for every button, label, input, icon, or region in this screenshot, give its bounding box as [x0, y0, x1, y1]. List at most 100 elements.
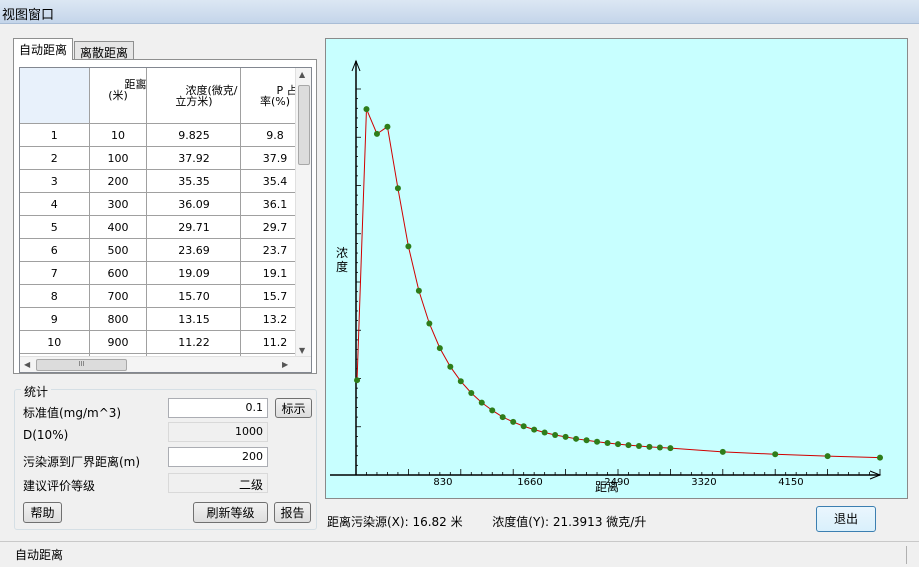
- data-point: [541, 429, 548, 436]
- data-grid[interactable]: 距离 (米) ▲ 浓度(微克/ 立方米) P 占标 率(%) 1109.8259…: [19, 67, 312, 373]
- table-row[interactable]: 2 100 37.92 37.9: [20, 146, 310, 170]
- table-cell[interactable]: 9.825: [146, 123, 242, 147]
- table-cell[interactable]: 19.09: [146, 261, 242, 285]
- table-cell[interactable]: 200: [89, 169, 148, 193]
- data-point: [635, 443, 642, 450]
- horizontal-scrollbar[interactable]: ◀ III ▶: [20, 356, 311, 372]
- data-point: [405, 243, 412, 250]
- refresh-grade-button[interactable]: 刷新等级: [193, 502, 268, 523]
- corner-header: [20, 68, 90, 124]
- table-cell[interactable]: 29.71: [146, 215, 242, 239]
- row-header[interactable]: 2: [20, 146, 90, 170]
- data-point: [354, 377, 361, 384]
- chart-area[interactable]: 830 1660 2490 3320 4150 浓度 距离: [325, 38, 908, 499]
- table-cell[interactable]: 37.92: [146, 146, 242, 170]
- row-header[interactable]: 9: [20, 307, 90, 331]
- grade-label: 建议评价等级: [23, 479, 96, 493]
- help-button[interactable]: 帮助: [23, 502, 62, 523]
- table-cell[interactable]: 700: [89, 284, 148, 308]
- y-readout: 浓度值(Y): 21.3913 微克/升: [492, 515, 647, 529]
- cursor-readout: 距离污染源(X): 16.82 米 浓度值(Y): 21.3913 微克/升: [327, 513, 646, 530]
- row-header[interactable]: 1: [20, 123, 90, 147]
- row-header[interactable]: 7: [20, 261, 90, 285]
- table-row[interactable]: 10 900 11.22 11.2: [20, 330, 310, 354]
- data-point: [468, 389, 475, 396]
- tab-auto-distance[interactable]: 自动距离: [13, 38, 74, 60]
- exit-button[interactable]: 退出: [816, 506, 876, 532]
- row-header[interactable]: 3: [20, 169, 90, 193]
- grade-value: 二级: [168, 473, 268, 493]
- scroll-thumb[interactable]: [298, 85, 310, 165]
- data-point: [394, 185, 401, 192]
- scroll-thumb[interactable]: III: [36, 359, 127, 371]
- data-point: [824, 453, 831, 460]
- data-point: [583, 437, 590, 444]
- standard-value-input[interactable]: 0.1: [168, 398, 268, 418]
- data-point: [531, 426, 538, 433]
- tab-discrete-distance[interactable]: 离散距离: [74, 41, 135, 60]
- table-row[interactable]: 9 800 13.15 13.2: [20, 307, 310, 331]
- table-cell[interactable]: 400: [89, 215, 148, 239]
- concentration-chart[interactable]: 830 1660 2490 3320 4150浓度距离: [326, 39, 907, 498]
- column-header-distance[interactable]: 距离 (米) ▲: [89, 68, 148, 124]
- column-header-concentration[interactable]: 浓度(微克/ 立方米): [146, 68, 242, 124]
- status-bar: 自动距离: [0, 541, 919, 567]
- scroll-up-icon[interactable]: ▲: [299, 70, 305, 79]
- x-tick-label: 4150: [778, 477, 803, 488]
- table-cell[interactable]: 13.15: [146, 307, 242, 331]
- data-point: [447, 363, 454, 370]
- table-row[interactable]: 8 700 15.70 15.7: [20, 284, 310, 308]
- x-tick-label: 3320: [691, 477, 716, 488]
- table-row[interactable]: 3 200 35.35 35.4: [20, 169, 310, 193]
- report-button[interactable]: 报告: [274, 502, 311, 523]
- table-cell[interactable]: 11.22: [146, 330, 242, 354]
- y-axis-label: 浓度: [336, 246, 348, 274]
- boundary-distance-label: 污染源到厂界距离(m): [23, 455, 141, 469]
- row-header[interactable]: 6: [20, 238, 90, 262]
- vertical-scrollbar[interactable]: ▲ ▼: [295, 68, 311, 357]
- row-header[interactable]: 10: [20, 330, 90, 354]
- data-point: [478, 399, 485, 406]
- data-point: [615, 441, 621, 448]
- table-cell[interactable]: 500: [89, 238, 148, 262]
- table-cell[interactable]: 600: [89, 261, 148, 285]
- row-header[interactable]: 8: [20, 284, 90, 308]
- table-cell[interactable]: 800: [89, 307, 148, 331]
- standard-value-label: 标准值(mg/m^3): [23, 406, 122, 420]
- table-row[interactable]: 4 300 36.09 36.1: [20, 192, 310, 216]
- data-point: [363, 106, 370, 113]
- table-row[interactable]: 5 400 29.71 29.7: [20, 215, 310, 239]
- table-cell[interactable]: 36.09: [146, 192, 242, 216]
- data-point: [562, 433, 569, 440]
- data-point: [499, 414, 506, 421]
- column-label: 浓度(微克/ 立方米): [175, 83, 238, 108]
- table-cell[interactable]: 100: [89, 146, 148, 170]
- table-cell[interactable]: 15.70: [146, 284, 242, 308]
- scroll-down-icon[interactable]: ▼: [299, 346, 305, 355]
- x-readout: 距离污染源(X): 16.82 米: [327, 515, 463, 529]
- row-header[interactable]: 5: [20, 215, 90, 239]
- scroll-right-icon[interactable]: ▶: [282, 360, 288, 369]
- table-row[interactable]: 1 10 9.825 9.8: [20, 123, 310, 147]
- results-table: 距离 (米) ▲ 浓度(微克/ 立方米) P 占标 率(%) 1109.8259…: [20, 68, 310, 372]
- table-cell[interactable]: 300: [89, 192, 148, 216]
- table-cell[interactable]: 900: [89, 330, 148, 354]
- table-cell[interactable]: 35.35: [146, 169, 242, 193]
- table-cell[interactable]: 10: [89, 123, 148, 147]
- data-point: [373, 130, 380, 137]
- status-text: 自动距离: [15, 548, 64, 562]
- status-divider: [906, 546, 907, 564]
- table-cell[interactable]: 23.69: [146, 238, 242, 262]
- data-point: [625, 442, 632, 449]
- row-header[interactable]: 4: [20, 192, 90, 216]
- data-point: [436, 345, 443, 352]
- data-point: [604, 439, 611, 446]
- boundary-distance-input[interactable]: 200: [168, 447, 268, 467]
- scroll-left-icon[interactable]: ◀: [24, 360, 30, 369]
- sort-up-icon: ▲: [136, 81, 143, 90]
- concentration-line: [356, 108, 881, 459]
- table-row[interactable]: 6 500 23.69 23.7: [20, 238, 310, 262]
- table-row[interactable]: 7 600 19.09 19.1: [20, 261, 310, 285]
- data-point: [415, 287, 422, 294]
- show-button[interactable]: 标示: [275, 398, 312, 418]
